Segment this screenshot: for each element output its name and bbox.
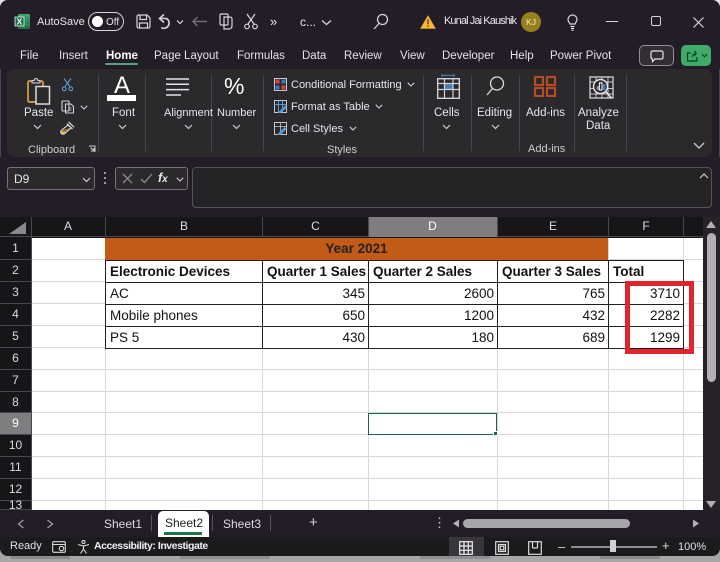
svg-text:X: X bbox=[17, 17, 23, 27]
